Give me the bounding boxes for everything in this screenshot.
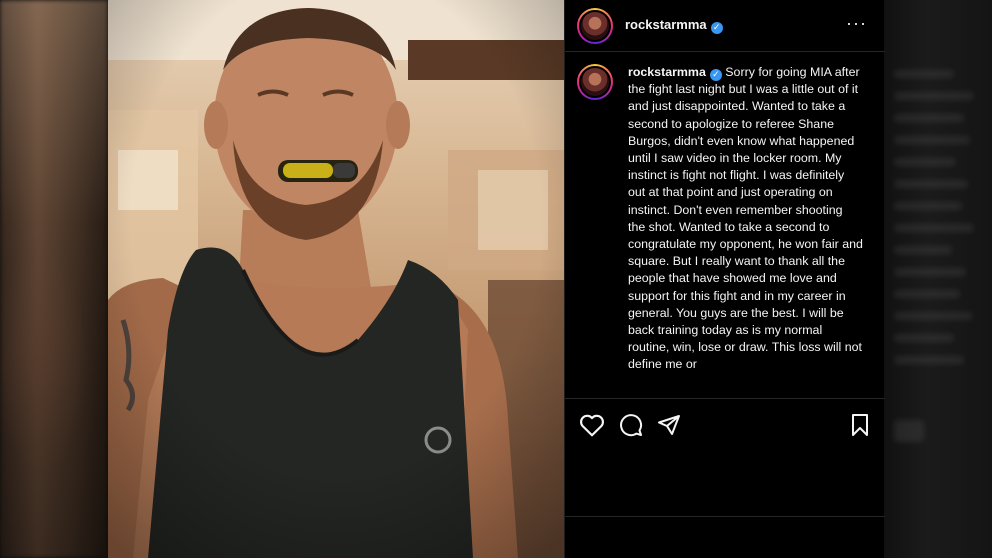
avatar[interactable] [577,7,613,44]
instagram-post-screenshot: rockstarmma ✓ ··· rockstarmma ✓ Sorry for … [0,0,992,558]
caption-text: Sorry for going MIA after the fight last… [628,65,863,372]
post-header: rockstarmma ✓ ··· [565,0,885,52]
verified-badge-icon: ✓ [710,21,723,34]
bookmark-icon[interactable] [849,413,871,437]
more-options-icon[interactable]: ··· [846,14,867,32]
header-username[interactable]: rockstarmma ✓ [625,17,723,34]
caption: rockstarmma ✓ Sorry for going MIA after t… [628,64,863,398]
header-username-text[interactable]: rockstarmma [625,17,707,32]
post-panel: rockstarmma ✓ ··· rockstarmma ✓ Sorry for … [564,0,885,558]
fighter-photo-illustration [108,0,564,558]
caption-username[interactable]: rockstarmma [628,65,706,79]
share-icon[interactable] [657,413,681,437]
caption-avatar[interactable] [577,64,613,100]
caption-area: rockstarmma ✓ Sorry for going MIA after t… [565,52,885,398]
post-footer [565,516,885,558]
comment-icon[interactable] [619,413,643,437]
blurred-background-right [884,0,992,558]
post-photo [108,0,564,558]
heart-icon[interactable] [579,413,605,437]
verified-badge-icon: ✓ [709,68,722,81]
post-actions [565,398,885,516]
blurred-background-left [0,0,108,558]
